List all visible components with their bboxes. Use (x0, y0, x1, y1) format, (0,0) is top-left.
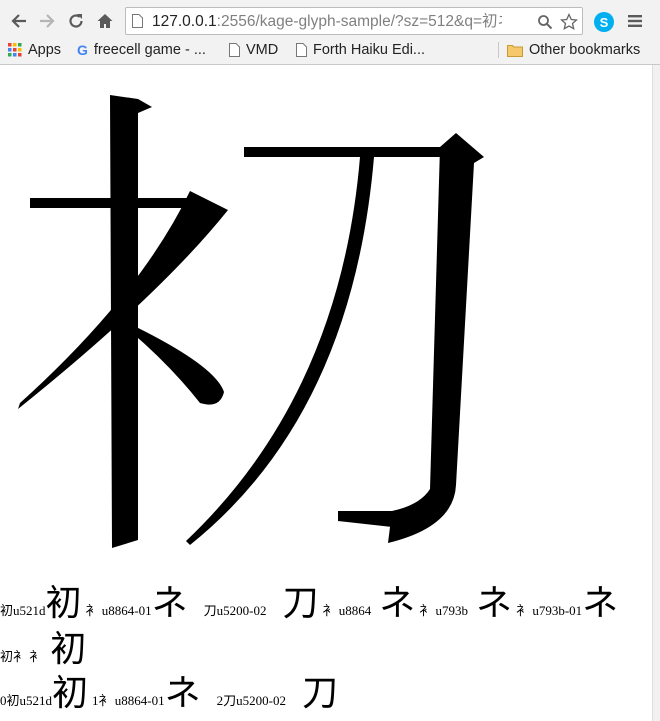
bookmark-label: Apps (28, 42, 62, 58)
bookmark-vmd[interactable]: VMD (229, 39, 278, 61)
back-arrow-icon[interactable] (8, 10, 30, 32)
sample-row-indexed: 0初u521d初 1衤 u8864-01ネ 2刀u5200-02 刀 (0, 664, 338, 716)
bookmarks-bar: Apps G freecell game - ... VMD Forth Hai… (0, 38, 660, 62)
glyph-sample: 刀 (301, 673, 338, 714)
glyph-code-label: 衤 u8864 (322, 603, 372, 618)
bookmark-forth-haiku[interactable]: Forth Haiku Edi... (296, 39, 425, 61)
skype-extension-icon[interactable]: S (594, 12, 614, 32)
glyph-sample: ネ (151, 583, 188, 624)
glyph-sample: 初 (45, 583, 82, 624)
bookmark-label: freecell game - ... (93, 42, 206, 58)
glyph-sample: ネ (476, 583, 513, 624)
address-bar[interactable]: 127.0.0.1:2556/kage-glyph-sample/?sz=512… (125, 7, 583, 35)
url-host: 127.0.0.1 (152, 13, 217, 30)
glyph-sample: 刀 (282, 583, 319, 624)
glyph-sample: ネ (582, 583, 619, 624)
glyph-code-label: 衤 u8864-01 (85, 603, 152, 618)
glyph-code-label: 初u521d (0, 603, 46, 618)
url-text[interactable]: 127.0.0.1:2556/kage-glyph-sample/?sz=512… (152, 8, 502, 36)
page-icon (229, 43, 240, 57)
search-icon[interactable] (536, 13, 554, 31)
reload-icon[interactable] (65, 10, 87, 32)
glyph-sample: ネ (164, 673, 201, 714)
glyph-code-label: 1衤 u8864-01 (92, 693, 165, 708)
bookmark-apps[interactable]: Apps (8, 39, 61, 61)
page-scrollbar[interactable] (652, 65, 660, 721)
apps-grid-icon (8, 43, 22, 57)
browser-chrome: 127.0.0.1:2556/kage-glyph-sample/?sz=512… (0, 0, 660, 65)
bookmark-other[interactable]: Other bookmarks (507, 39, 640, 61)
browser-toolbar: 127.0.0.1:2556/kage-glyph-sample/?sz=512… (0, 4, 660, 38)
page-icon (296, 43, 307, 57)
star-icon[interactable] (560, 13, 578, 31)
menu-icon[interactable] (626, 11, 644, 31)
bookmark-label: Other bookmarks (529, 42, 641, 58)
google-g-icon: G (77, 42, 88, 58)
glyph-drawing (18, 95, 484, 548)
sample-row-components: 初u521d初 衤 u8864-01ネ 刀u5200-02 刀 衤 u8864 … (0, 574, 618, 626)
bookmarks-separator (498, 42, 499, 58)
glyph-code-label: 0初u521d (0, 693, 53, 708)
page-icon (132, 14, 143, 28)
forward-arrow-icon[interactable] (36, 10, 58, 32)
glyph-code-label: 2刀u5200-02 (216, 693, 286, 708)
glyph-code-label: 衤 u793b-01 (516, 603, 583, 618)
bookmark-freecell[interactable]: G freecell game - ... (77, 39, 206, 61)
home-icon[interactable] (94, 10, 116, 32)
bookmark-label: Forth Haiku Edi... (313, 42, 426, 58)
bookmark-label: VMD (246, 42, 279, 58)
url-path: :2556/kage-glyph-sample/?sz=512&q=初ネネ (216, 13, 502, 30)
glyph-code-label: 刀u5200-02 (203, 603, 267, 618)
glyph-code-label: 衤 u793b (419, 603, 469, 618)
glyph-sample: ネ (379, 583, 416, 624)
folder-icon (507, 44, 523, 57)
glyph-code-label: 初衤 衤 (0, 649, 43, 664)
glyph-sample: 初 (52, 673, 89, 714)
